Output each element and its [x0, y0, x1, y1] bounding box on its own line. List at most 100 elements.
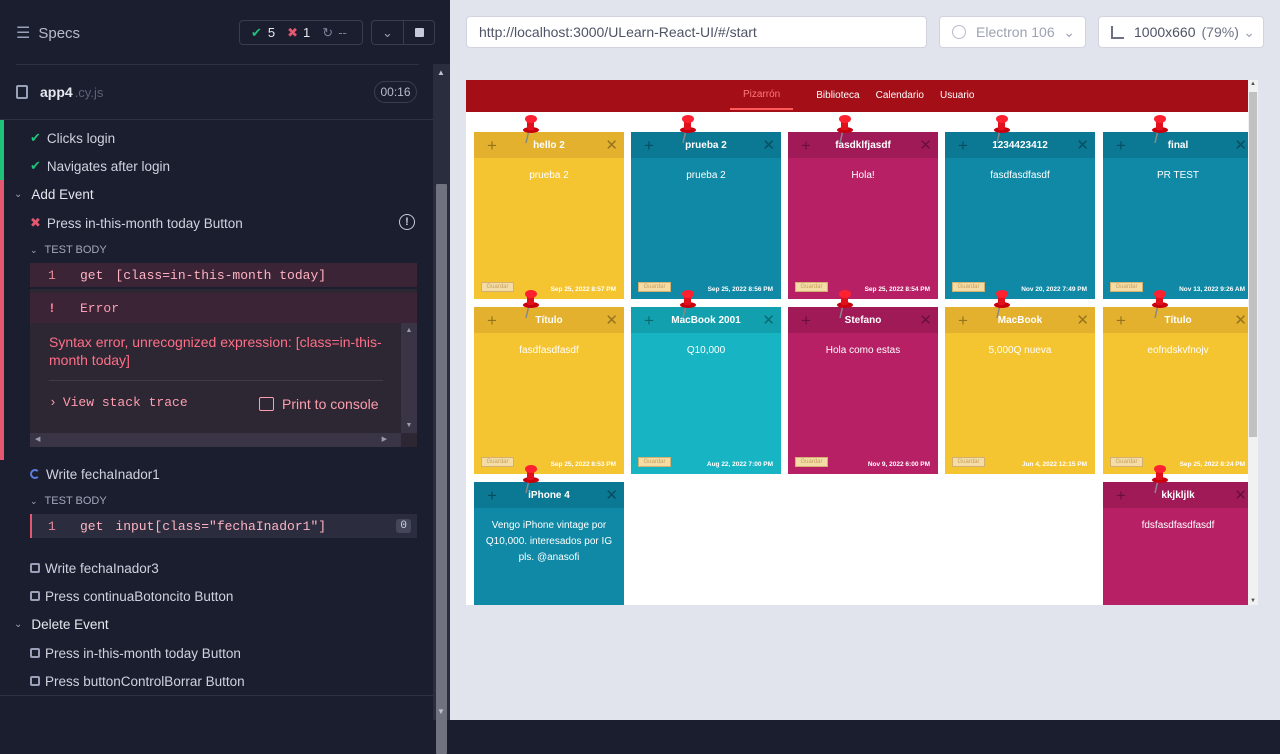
note-card[interactable]: + final ✕ PR TEST Guardar Nov 13, 2022 9:26 A…	[1103, 132, 1248, 299]
save-button[interactable]: Guardar	[638, 282, 671, 292]
scroll-up-icon[interactable]: ▲	[1250, 81, 1256, 87]
save-button[interactable]: Guardar	[481, 457, 514, 467]
plus-icon[interactable]: +	[801, 136, 811, 156]
plus-icon[interactable]: +	[1116, 136, 1126, 156]
note-card[interactable]: + Título ✕ fasdfasdfasdf Guardar Sep 25, 2022…	[474, 307, 624, 474]
test-press-today2[interactable]: Press in-this-month today Button	[30, 642, 241, 664]
plus-icon[interactable]: +	[644, 136, 654, 156]
scroll-down-icon[interactable]: ▼	[437, 707, 445, 716]
test-press-borrar[interactable]: Press buttonControlBorrar Button	[30, 670, 245, 692]
test-title: Write fechaInador3	[45, 560, 159, 576]
plus-icon[interactable]: +	[801, 311, 811, 331]
suite-delete-event[interactable]: ⌄ Delete Event	[14, 613, 109, 635]
save-button[interactable]: Guardar	[638, 457, 671, 467]
alert-icon[interactable]: !	[399, 214, 415, 230]
suite-add-event[interactable]: ⌄ Add Event	[14, 183, 94, 205]
command-get-2[interactable]: 1 get input[class="fechaInador1"] 0	[30, 514, 417, 538]
nav-link-2[interactable]: Calendario	[876, 82, 924, 109]
error-panel: ! Error Syntax error, unrecognized expre…	[30, 289, 417, 447]
note-card[interactable]: + Stefano ✕ Hola como estas Guardar Nov 9, 20…	[788, 307, 938, 474]
close-icon[interactable]: ✕	[1234, 136, 1247, 154]
plus-icon[interactable]: +	[644, 311, 654, 331]
url-bar[interactable]: http://localhost:3000/ULearn-React-UI/#/…	[466, 16, 927, 48]
close-icon[interactable]: ✕	[1076, 311, 1089, 329]
note-card[interactable]: + prueba 2 ✕ prueba 2 Guardar Sep 25, 2022 8:…	[631, 132, 781, 299]
app-scrollbar-thumb[interactable]	[1249, 92, 1257, 437]
viewport-selector[interactable]: 1000x660 (79%) ⌄	[1098, 16, 1264, 48]
test-clicks-login[interactable]: ✔ Clicks login	[30, 127, 115, 149]
test-body-header[interactable]: ⌄ TEST BODY	[30, 490, 107, 512]
specs-toggle[interactable]: ☰ Specs	[16, 22, 80, 44]
note-card[interactable]: + fasdklfjasdf ✕ Hola! Guardar Sep 25, 2022 8…	[788, 132, 938, 299]
error-scrollbar[interactable]: ▲ ▼	[401, 323, 417, 433]
nav-link-1[interactable]: Biblioteca	[816, 82, 859, 109]
pushpin-icon	[523, 465, 539, 494]
close-icon[interactable]: ✕	[1234, 311, 1247, 329]
close-icon[interactable]: ✕	[1234, 486, 1247, 504]
save-button[interactable]: Guardar	[1110, 282, 1143, 292]
spinner-icon	[30, 469, 40, 479]
close-icon[interactable]: ✕	[605, 486, 618, 504]
close-icon[interactable]: ✕	[762, 311, 775, 329]
browser-selector[interactable]: Electron 106 ⌄	[939, 16, 1086, 48]
print-to-console-button[interactable]: Print to console	[259, 396, 379, 412]
plus-icon[interactable]: +	[487, 486, 497, 506]
note-card[interactable]: + MacBook 2001 ✕ Q10,000 Guardar Aug 22, 2022…	[631, 307, 781, 474]
browser-icon	[952, 25, 966, 39]
test-press-today[interactable]: ✖ Press in-this-month today Button	[30, 212, 243, 234]
view-stack-trace[interactable]: › View stack trace	[49, 395, 188, 410]
scrollbar-thumb[interactable]	[436, 184, 447, 754]
chevron-down-icon[interactable]: ⌄	[371, 20, 403, 45]
note-card[interactable]: + hello 2 ✕ prueba 2 Guardar Sep 25, 2022 8:5…	[474, 132, 624, 299]
save-button[interactable]: Guardar	[1110, 457, 1143, 467]
app-scrollbar[interactable]: ▲ ▼	[1248, 80, 1258, 605]
note-card[interactable]: + MacBook ✕ 5,000Q nueva Guardar Jun 4, 2022 …	[945, 307, 1095, 474]
scroll-up-icon[interactable]: ▲	[437, 68, 445, 77]
command-get-1[interactable]: 1 get [class=in-this-month today]	[30, 263, 417, 287]
scroll-right-icon[interactable]: ▶	[382, 435, 387, 443]
note-card[interactable]: + Título ✕ eofndskvfnojv Guardar Sep 25, 2022…	[1103, 307, 1248, 474]
plus-icon[interactable]: +	[958, 311, 968, 331]
test-body-header[interactable]: ⌄ TEST BODY	[30, 239, 107, 261]
scroll-down-icon[interactable]: ▼	[1250, 598, 1256, 604]
nav-link-0[interactable]: Pizarrón	[730, 81, 794, 110]
scroll-up-icon[interactable]: ▲	[401, 327, 417, 334]
plus-icon[interactable]: +	[487, 311, 497, 331]
error-hscrollbar[interactable]: ◀ ▶	[30, 433, 401, 447]
close-icon[interactable]: ✕	[1076, 136, 1089, 154]
close-icon[interactable]: ✕	[762, 136, 775, 154]
close-icon[interactable]: ✕	[605, 311, 618, 329]
save-button[interactable]: Guardar	[952, 457, 985, 467]
scroll-down-icon[interactable]: ▼	[401, 422, 417, 429]
passed-icon: ✔	[251, 24, 262, 40]
plus-icon[interactable]: +	[958, 136, 968, 156]
note-body: Hola!	[851, 170, 875, 181]
test-navigates[interactable]: ✔ Navigates after login	[30, 155, 170, 177]
error-header: ! Error	[30, 293, 417, 323]
test-press-cont[interactable]: Press continuaBotoncito Button	[30, 585, 233, 607]
save-button[interactable]: Guardar	[952, 282, 985, 292]
note-card[interactable]: + iPhone 4 ✕ Vengo iPhone vintage por Q10,0…	[474, 482, 624, 605]
stop-button[interactable]	[403, 20, 435, 45]
nav-link-3[interactable]: Usuario	[940, 82, 974, 109]
scrollbar[interactable]: ▲ ▼	[433, 64, 450, 754]
test-write-f3[interactable]: Write fechaInador3	[30, 557, 159, 579]
plus-icon[interactable]: +	[487, 136, 497, 156]
plus-icon[interactable]: +	[1116, 311, 1126, 331]
close-icon[interactable]: ✕	[919, 136, 932, 154]
test-write-f1[interactable]: Write fechaInador1	[30, 463, 160, 485]
spec-file-row: app4 .cy.js	[16, 81, 103, 103]
file-icon	[16, 85, 28, 99]
note-date: Sep 25, 2022 8:54 PM	[864, 286, 930, 293]
scroll-left-icon[interactable]: ◀	[35, 435, 40, 443]
save-button[interactable]: Guardar	[795, 282, 828, 292]
close-icon[interactable]: ✕	[919, 311, 932, 329]
error-label: Error	[80, 300, 120, 316]
note-card[interactable]: +1234423412 ✕ fasdfasdfasdf Guardar Nov 20, …	[945, 132, 1095, 299]
close-icon[interactable]: ✕	[605, 136, 618, 154]
plus-icon[interactable]: +	[1116, 486, 1126, 506]
test-title: Press in-this-month today Button	[46, 215, 243, 231]
note-card[interactable]: + kkjkljlk ✕ fdsfasdfasdfasdf	[1103, 482, 1248, 605]
save-button[interactable]: Guardar	[481, 282, 514, 292]
save-button[interactable]: Guardar	[795, 457, 828, 467]
